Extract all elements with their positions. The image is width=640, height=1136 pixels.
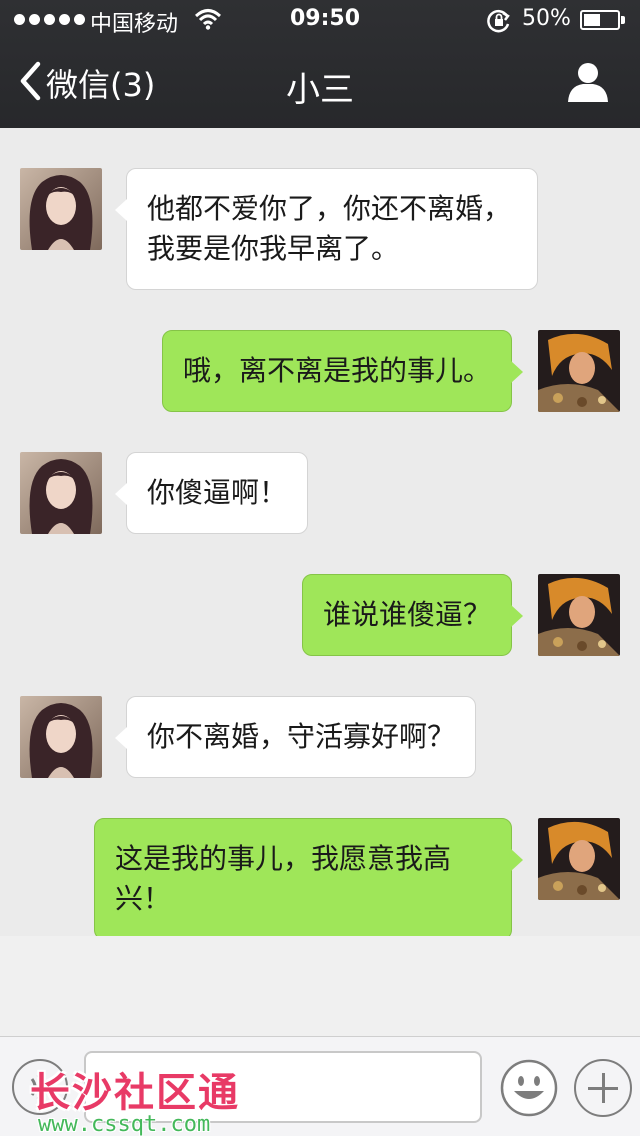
message-text: 你傻逼啊！ [147, 476, 288, 509]
rotation-lock-icon [486, 8, 512, 38]
message-bubble[interactable]: 谁说谁傻逼？ [302, 574, 523, 656]
message-bubble[interactable]: 这是我的事儿，我愿意我高兴！ [94, 818, 523, 936]
profile-button[interactable] [566, 62, 610, 106]
emoji-icon [500, 1059, 558, 1121]
person-icon [566, 63, 610, 106]
battery-tip [621, 16, 625, 24]
message-text: 你不离婚，守活寡好啊？ [147, 720, 456, 753]
contact-avatar[interactable] [20, 696, 102, 778]
wifi-icon [194, 8, 222, 34]
message-bubble[interactable]: 你不离婚，守活寡好啊？ [115, 696, 476, 778]
bubble-tail [511, 849, 523, 871]
message-list[interactable]: 他都不爱你了，你还不离婚，我要是你我早离了。 哦，离不离是我的事儿。 你傻逼啊！… [0, 128, 640, 936]
message-text: 这是我的事儿，我愿意我高兴！ [115, 842, 452, 915]
my-avatar[interactable] [538, 574, 620, 656]
watermark-url: www.cssqt.com [38, 1112, 211, 1136]
message-text: 哦，离不离是我的事儿。 [183, 354, 492, 387]
carrier-name: 中国移动 [90, 12, 179, 37]
message-text: 他都不爱你了，你还不离婚，我要是你我早离了。 [147, 192, 512, 265]
message-bubble[interactable]: 你傻逼啊！ [115, 452, 308, 534]
status-time: 09:50 [290, 6, 361, 31]
my-avatar[interactable] [538, 330, 620, 412]
battery-level [584, 14, 600, 26]
nav-bar: 微信(3) 小三 [0, 40, 640, 128]
chat-title: 小三 [286, 70, 354, 110]
watermark-title: 长沙社区通 [30, 1069, 240, 1116]
bubble-tail [511, 361, 523, 383]
my-avatar[interactable] [538, 818, 620, 900]
message-bubble[interactable]: 他都不爱你了，你还不离婚，我要是你我早离了。 [115, 168, 538, 290]
message-bubble[interactable]: 哦，离不离是我的事儿。 [162, 330, 523, 412]
emoji-button[interactable] [500, 1059, 558, 1117]
more-button[interactable] [574, 1059, 632, 1117]
status-bar: 中国移动 09:50 50% [0, 0, 640, 40]
message-text: 谁说谁傻逼？ [323, 598, 492, 631]
bubble-tail [115, 483, 127, 505]
contact-avatar[interactable] [20, 452, 102, 534]
signal-strength-icon [14, 14, 85, 25]
bubble-tail [511, 605, 523, 627]
battery-percent: 50% [522, 6, 571, 31]
bubble-tail [115, 199, 127, 221]
battery-icon [580, 10, 620, 30]
top-header: 中国移动 09:50 50% 微信(3) 小三 [0, 0, 640, 128]
watermark: 长沙社区通 www.cssqt.com [30, 1060, 240, 1136]
contact-avatar[interactable] [20, 168, 102, 250]
bubble-tail [115, 727, 127, 749]
